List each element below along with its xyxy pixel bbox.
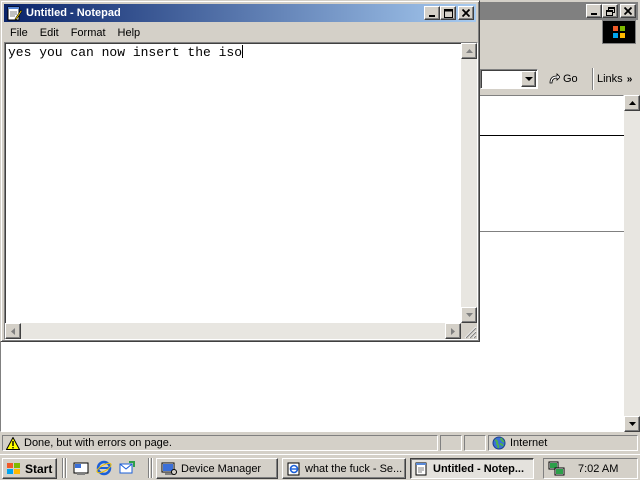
links-label: Links	[597, 73, 623, 85]
warning-icon	[6, 436, 20, 450]
address-bar: Go Links »	[478, 68, 640, 90]
page-divider	[478, 135, 624, 136]
minimize-icon	[591, 13, 597, 15]
resize-grip-icon[interactable]	[461, 323, 477, 339]
close-icon	[624, 7, 632, 15]
scroll-left-button[interactable]	[5, 323, 21, 339]
restore-icon	[605, 6, 615, 16]
status-message-panel: Done, but with errors on page.	[2, 435, 438, 451]
taskbar-separator	[151, 458, 153, 478]
internet-explorer-page-icon	[287, 462, 300, 475]
scroll-down-button[interactable]	[624, 416, 640, 432]
quicklaunch-outlook-express[interactable]	[117, 459, 137, 477]
close-icon	[462, 9, 470, 17]
notepad-icon	[7, 6, 22, 21]
system-tray: 7:02 AM	[543, 458, 638, 479]
go-button[interactable]: Go	[542, 70, 586, 88]
go-arrow-icon	[549, 73, 560, 84]
taskbar-button-label: what the fuck - Se...	[305, 462, 403, 475]
taskbar-button-notepad[interactable]: Untitled - Notep...	[410, 458, 534, 479]
clock[interactable]: 7:02 AM	[578, 463, 618, 475]
notepad-menu-bar: File Edit Format Help	[4, 23, 146, 42]
menu-format[interactable]: Format	[65, 27, 112, 39]
status-panel	[440, 435, 462, 451]
chevron-right-icon: »	[626, 73, 633, 85]
taskbar-button-label: Untitled - Notep...	[433, 462, 525, 475]
quicklaunch-show-desktop[interactable]	[71, 459, 91, 477]
notepad-text-area[interactable]: yes you can now insert the iso	[4, 42, 478, 340]
browser-vertical-scrollbar[interactable]	[624, 95, 640, 432]
notepad-maximize-button[interactable]	[440, 6, 456, 20]
taskbar-button-device-manager[interactable]: Device Manager	[156, 458, 278, 479]
device-manager-icon	[161, 462, 177, 475]
notepad-title-bar[interactable]: Untitled - Notepad	[4, 4, 476, 22]
quicklaunch-internet-explorer[interactable]	[94, 459, 114, 477]
browser-title-bar[interactable]	[478, 2, 638, 20]
notepad-vertical-scrollbar[interactable]	[461, 43, 477, 323]
status-panel	[464, 435, 486, 451]
outlook-express-icon	[119, 461, 135, 474]
links-button[interactable]: Links »	[592, 68, 636, 90]
scroll-up-button[interactable]	[461, 43, 477, 59]
arrow-up-icon	[628, 101, 636, 105]
scroll-up-button[interactable]	[624, 95, 640, 111]
text-caret	[242, 45, 244, 58]
browser-close-button[interactable]	[620, 4, 636, 18]
document-text-content: yes you can now insert the iso	[8, 45, 243, 60]
address-dropdown-button[interactable]	[521, 71, 536, 87]
browser-minimize-button[interactable]	[586, 4, 602, 18]
notepad-minimize-button[interactable]	[424, 6, 440, 20]
arrow-down-icon	[465, 313, 473, 317]
menu-edit[interactable]: Edit	[34, 27, 65, 39]
minimize-icon	[429, 15, 435, 17]
start-label: Start	[25, 461, 53, 476]
notepad-title: Untitled - Notepad	[26, 7, 121, 19]
document-text: yes you can now insert the iso	[8, 45, 244, 60]
menu-file[interactable]: File	[4, 27, 34, 39]
notepad-window: Untitled - Notepad File Edit Format Help…	[0, 0, 480, 342]
scroll-right-button[interactable]	[445, 323, 461, 339]
windows-logo-icon	[7, 462, 20, 474]
internet-explorer-icon	[96, 460, 112, 476]
taskbar: Start Device Manager what the fuck - Se.…	[0, 454, 640, 480]
taskbar-button-internet-explorer[interactable]: what the fuck - Se...	[282, 458, 406, 479]
notepad-horizontal-scrollbar[interactable]	[5, 323, 461, 339]
scroll-down-button[interactable]	[461, 307, 477, 323]
notepad-icon	[415, 462, 427, 475]
menu-help[interactable]: Help	[112, 27, 147, 39]
windows-logo-icon	[602, 20, 636, 44]
page-divider	[478, 231, 624, 232]
start-button[interactable]: Start	[2, 458, 57, 479]
security-zone-panel: Internet	[488, 435, 638, 451]
notepad-close-button[interactable]	[458, 6, 474, 20]
network-icon[interactable]	[548, 461, 566, 477]
arrow-right-icon	[451, 327, 455, 335]
maximize-icon	[443, 8, 453, 18]
chevron-down-icon	[524, 76, 533, 81]
browser-status-bar: Done, but with errors on page. Internet	[0, 433, 640, 453]
browser-restore-button[interactable]	[602, 4, 618, 18]
taskbar-button-label: Device Manager	[181, 462, 262, 475]
taskbar-separator	[62, 458, 64, 478]
go-label: Go	[563, 73, 578, 85]
taskbar-separator	[65, 458, 67, 478]
taskbar-separator	[148, 458, 150, 478]
globe-icon	[492, 436, 506, 450]
status-text: Done, but with errors on page.	[24, 437, 172, 449]
arrow-down-icon	[628, 422, 636, 426]
show-desktop-icon	[73, 462, 89, 475]
arrow-up-icon	[465, 49, 473, 53]
zone-label: Internet	[510, 437, 548, 449]
arrow-left-icon	[11, 327, 15, 335]
